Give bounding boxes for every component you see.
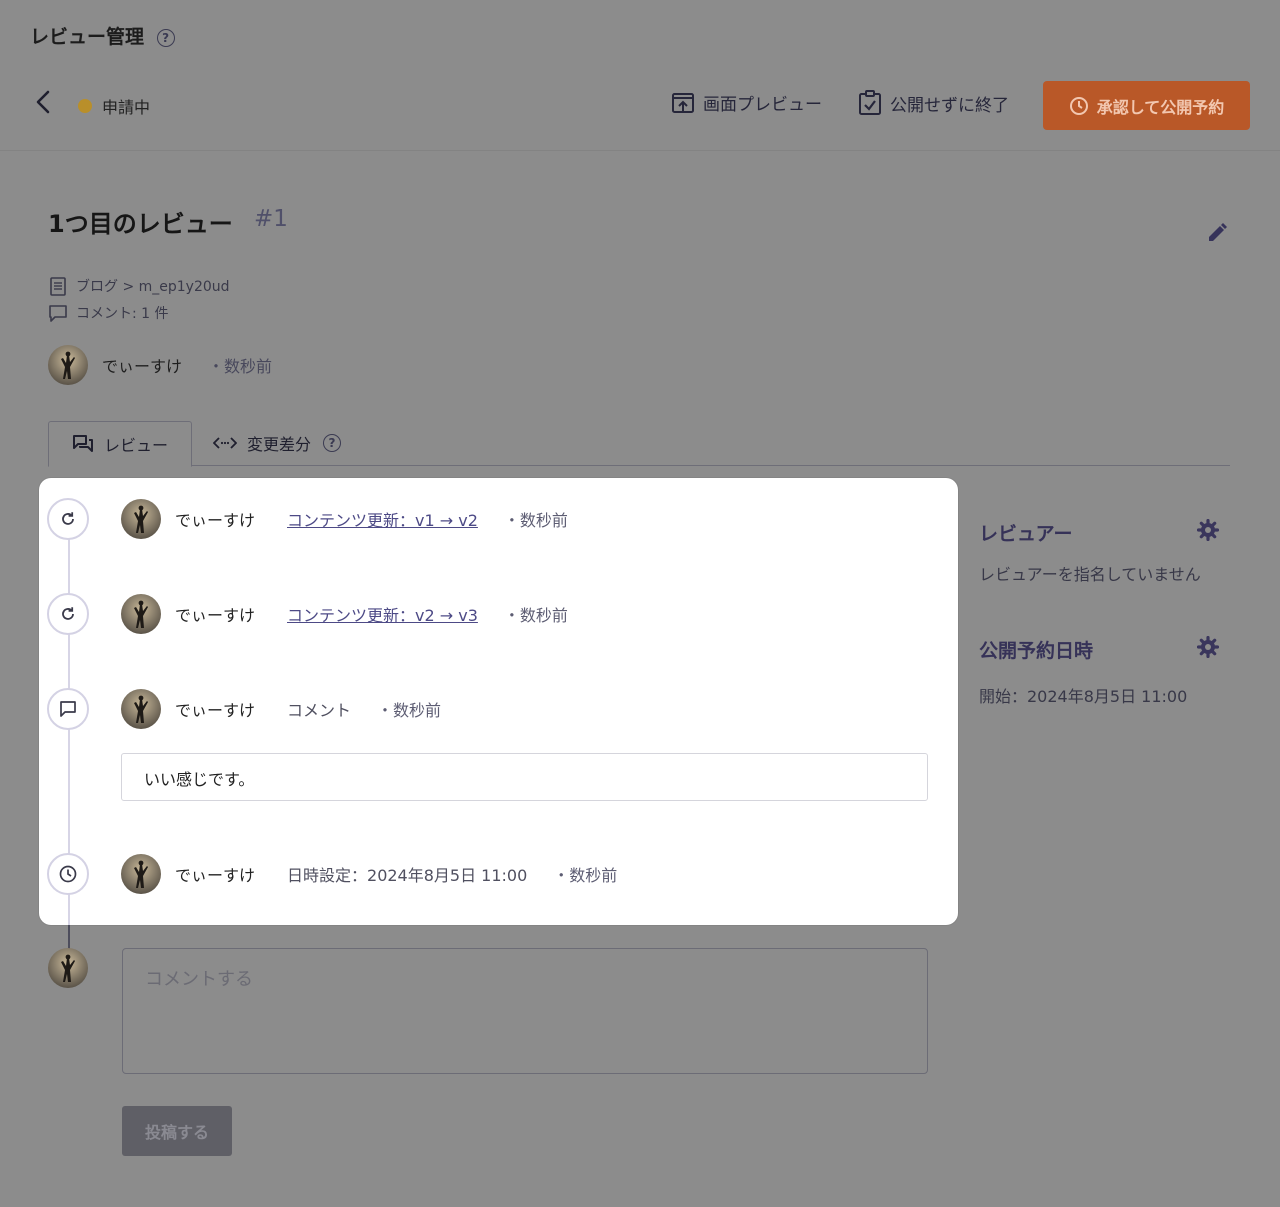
comment-input-placeholder: コメントする — [145, 969, 253, 990]
avatar — [121, 594, 161, 634]
status-badge: 申請中 — [78, 94, 150, 118]
timeline-item: でぃーすけ コメント ・数秒前 — [121, 688, 441, 730]
timestamp: ・数秒前 — [503, 606, 568, 625]
reviewer-section: レビュアー レビュアーを指名していません — [979, 518, 1229, 585]
review-title: 1つ目のレビュー — [48, 210, 233, 238]
comment-icon — [49, 305, 67, 322]
comment-body: いい感じです。 — [121, 753, 928, 801]
tab-diff-label: 変更差分 — [247, 435, 312, 454]
gear-icon — [1196, 635, 1220, 659]
post-button[interactable]: 投稿する — [122, 1106, 232, 1156]
review-number: #1 — [254, 206, 288, 232]
avatar — [48, 948, 88, 988]
timestamp: ・数秒前 — [377, 701, 442, 720]
timestamp: ・数秒前 — [503, 511, 568, 530]
timestamp: ・数秒前 — [553, 866, 618, 885]
schedule-settings-button[interactable] — [1196, 635, 1220, 662]
comment-count: コメント: 1 件 — [76, 306, 169, 322]
app-title-text: レビュー管理 — [30, 26, 145, 48]
reviewer-settings-button[interactable] — [1196, 518, 1220, 545]
tab-review-label: レビュー — [103, 436, 168, 455]
refresh-icon — [47, 593, 89, 635]
pencil-icon — [1209, 223, 1227, 241]
back-button[interactable] — [30, 86, 58, 118]
clock-icon — [47, 853, 89, 895]
avatar — [121, 689, 161, 729]
timeline-item: でぃーすけ コンテンツ更新：v2 → v3 ・数秒前 — [121, 593, 568, 635]
comment-count-row: コメント: 1 件 — [48, 303, 169, 323]
action-text: 日時設定：2024年8月5日 11:00 — [287, 866, 528, 885]
content-path[interactable]: ブログ > m_ep1y20ud — [76, 276, 230, 296]
content-path-row: ブログ > m_ep1y20ud — [48, 276, 230, 296]
avatar — [48, 345, 88, 385]
close-without-publish-button[interactable]: 公開せずに終了 — [858, 90, 1009, 116]
review-author-row: でぃーすけ ・数秒前 — [48, 345, 272, 385]
action-text: コメント — [287, 701, 352, 720]
clock-icon — [1069, 96, 1088, 115]
preview-button[interactable]: 画面プレビュー — [671, 90, 822, 115]
status-text: 申請中 — [102, 98, 151, 117]
timeline-card: でぃーすけ コンテンツ更新：v1 → v2 ・数秒前 でぃーすけ コンテンツ更新… — [39, 478, 958, 925]
schedule-heading: 公開予約日時 — [979, 640, 1094, 662]
reviewer-text: レビュアーを指名していません — [979, 565, 1201, 584]
help-icon[interactable]: ? — [156, 28, 175, 47]
schedule-section: 公開予約日時 開始：2024年8月5日 11:00 — [979, 635, 1229, 707]
document-icon — [50, 277, 66, 296]
timeline-item: でぃーすけ 日時設定：2024年8月5日 11:00 ・数秒前 — [121, 853, 617, 895]
tab-bar: レビュー 変更差分 ? — [48, 421, 1230, 467]
clipboard-check-icon — [859, 90, 881, 115]
app-title: レビュー管理 ? — [30, 22, 175, 49]
preview-icon — [672, 92, 694, 113]
author-name: でぃーすけ — [175, 866, 256, 885]
comment-input[interactable]: コメントする — [122, 948, 928, 1074]
avatar — [121, 499, 161, 539]
conversation-icon — [72, 435, 93, 452]
timeline-item: でぃーすけ コンテンツ更新：v1 → v2 ・数秒前 — [121, 498, 568, 540]
refresh-icon — [47, 498, 89, 540]
tab-diff[interactable]: 変更差分 ? — [213, 421, 342, 465]
review-time: ・数秒前 — [208, 357, 273, 376]
author-name: でぃーすけ — [175, 606, 256, 625]
reviewer-heading: レビュアー — [979, 523, 1073, 545]
top-bar: レビュー管理 ? 申請中 画面プレビュー 公開せずに終了 承認して公開予約 — [0, 0, 1280, 151]
edit-button[interactable] — [1206, 222, 1228, 248]
code-diff-icon — [213, 437, 237, 449]
author-name: でぃーすけ — [102, 357, 183, 376]
schedule-text: 開始：2024年8月5日 11:00 — [979, 687, 1188, 706]
author-name: でぃーすけ — [175, 511, 256, 530]
close-label: 公開せずに終了 — [890, 95, 1009, 116]
gear-icon — [1196, 518, 1220, 542]
chevron-left-icon — [36, 90, 50, 114]
help-icon[interactable]: ? — [323, 434, 342, 452]
approve-label: 承認して公開予約 — [1096, 97, 1225, 117]
version-diff-link[interactable]: コンテンツ更新：v2 → v3 — [287, 602, 478, 626]
preview-label: 画面プレビュー — [703, 95, 822, 115]
author-name: でぃーすけ — [175, 701, 256, 720]
comment-icon — [47, 688, 89, 730]
tab-review[interactable]: レビュー — [48, 421, 192, 467]
avatar — [121, 854, 161, 894]
approve-publish-button[interactable]: 承認して公開予約 — [1043, 81, 1250, 130]
version-diff-link[interactable]: コンテンツ更新：v1 → v2 — [287, 507, 478, 531]
status-dot — [78, 99, 92, 113]
